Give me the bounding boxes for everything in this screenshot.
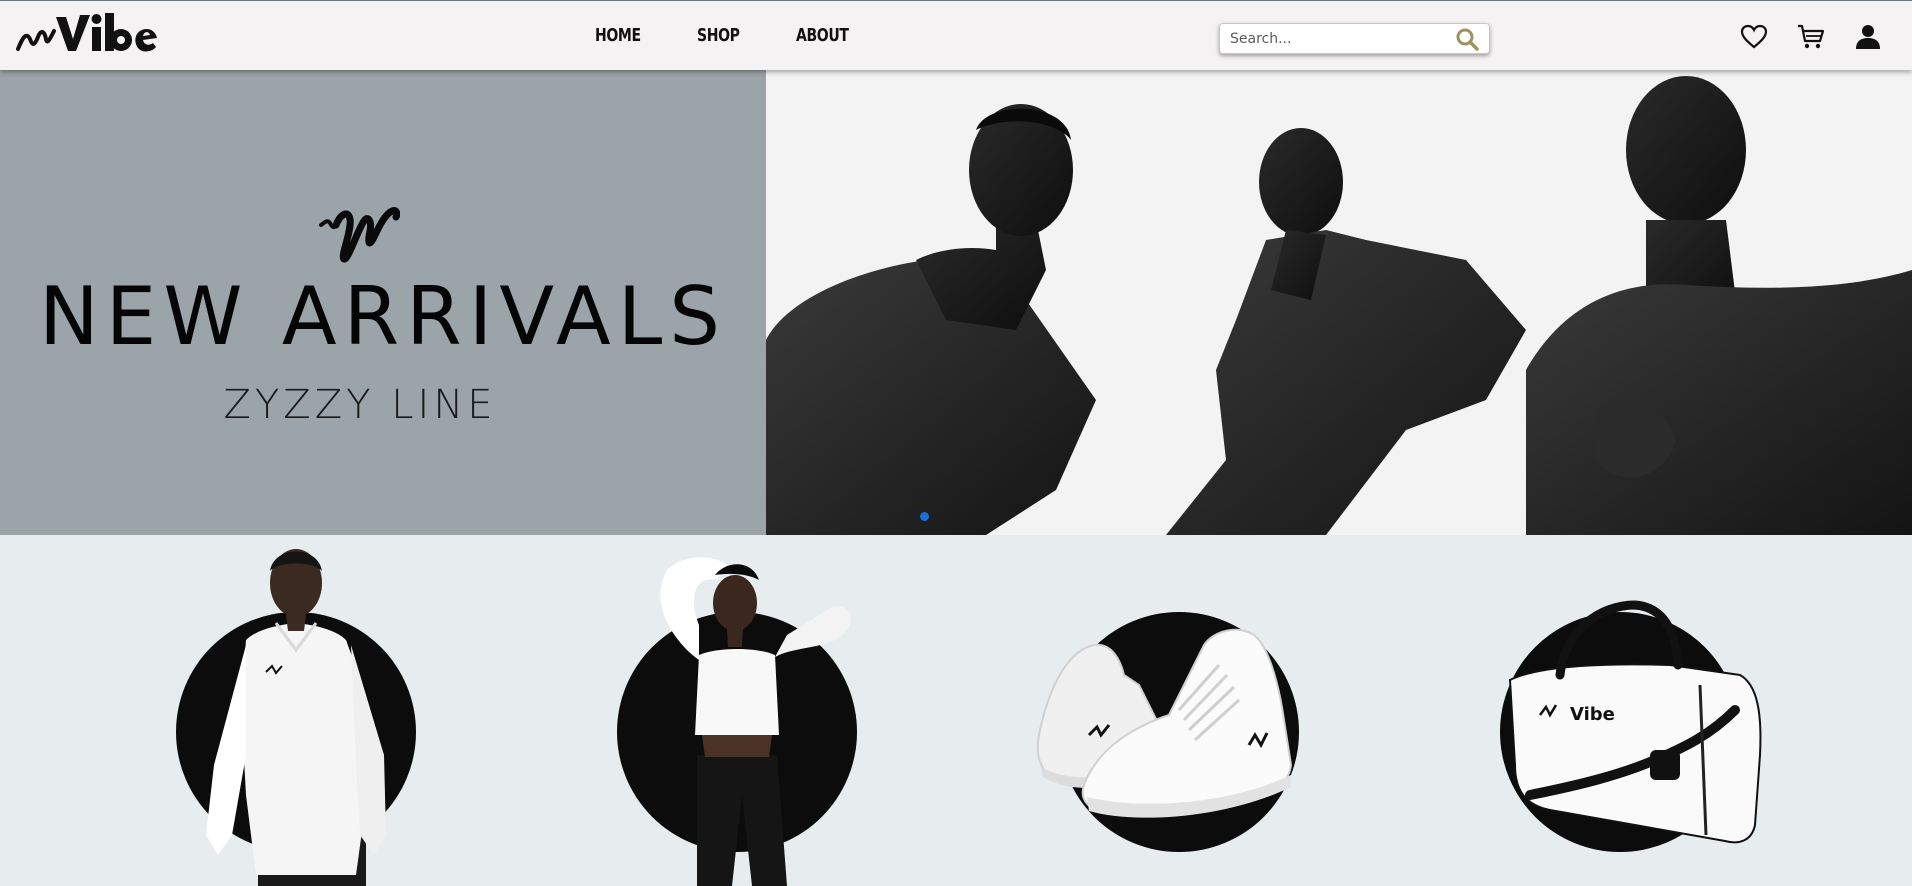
search-input[interactable] bbox=[1220, 24, 1450, 53]
search-icon[interactable] bbox=[1455, 27, 1479, 51]
site-header: HOME SHOP ABOUT bbox=[0, 0, 1912, 70]
hero-title: NEW ARRIVALS bbox=[38, 270, 728, 363]
hero-text-panel: NEW ARRIVALS ZYZZY LINE bbox=[0, 70, 766, 535]
duffel-bag-image: Vibe bbox=[1500, 600, 1762, 852]
search-box bbox=[1219, 23, 1490, 54]
nav-about-link[interactable]: ABOUT bbox=[796, 25, 849, 46]
vibe-logo-icon bbox=[16, 13, 157, 52]
product-categories: Vibe bbox=[0, 535, 1912, 886]
bag-logo-print: Vibe bbox=[1570, 704, 1615, 725]
sneakers-image bbox=[1036, 612, 1299, 852]
carousel-dot-active[interactable] bbox=[920, 512, 929, 521]
brand-logo[interactable] bbox=[16, 9, 174, 55]
product-tile-polo[interactable] bbox=[146, 535, 446, 886]
nav-shop-link[interactable]: SHOP bbox=[697, 25, 740, 46]
product-tile-crop-top[interactable] bbox=[587, 535, 887, 886]
polo-shirt-image bbox=[176, 549, 416, 886]
brand-mark-icon bbox=[319, 207, 400, 263]
models-photo bbox=[766, 70, 1912, 535]
hero-subtitle: ZYZZY LINE bbox=[223, 382, 497, 428]
product-tile-duffel-bag[interactable]: Vibe bbox=[1470, 535, 1770, 886]
user-icon[interactable] bbox=[1854, 23, 1882, 51]
nav-home-link[interactable]: HOME bbox=[595, 25, 641, 46]
cart-icon[interactable] bbox=[1797, 23, 1825, 51]
hero-banner[interactable]: NEW ARRIVALS ZYZZY LINE bbox=[0, 70, 1912, 535]
crop-top-image bbox=[617, 557, 857, 886]
hero-image bbox=[766, 70, 1912, 535]
product-tile-sneakers[interactable] bbox=[1029, 535, 1329, 886]
heart-icon[interactable] bbox=[1740, 23, 1768, 51]
